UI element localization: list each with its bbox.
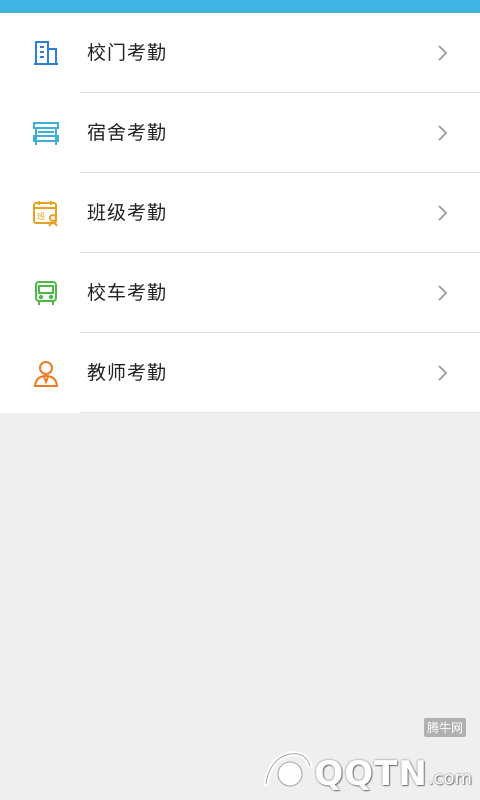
menu-item-label: 宿舍考勤 [87, 122, 168, 144]
bus-icon [32, 279, 60, 307]
chevron-right-icon [432, 43, 452, 63]
teacher-icon [32, 359, 60, 387]
attendance-menu-list: 校门考勤 宿舍考勤 班 班级考勤 校车考勤 教师考勤 [0, 13, 480, 413]
chevron-right-icon [432, 203, 452, 223]
menu-item-school-gate[interactable]: 校门考勤 [0, 13, 480, 93]
top-status-bar [0, 0, 480, 13]
chevron-right-icon [432, 363, 452, 383]
watermark-suffix: .com [427, 768, 472, 789]
menu-item-school-bus[interactable]: 校车考勤 [0, 253, 480, 333]
chevron-right-icon [432, 283, 452, 303]
menu-item-label: 校车考勤 [87, 282, 168, 304]
watermark: QQTN .com 腾牛网 [260, 718, 472, 794]
menu-item-class[interactable]: 班 班级考勤 [0, 173, 480, 253]
class-calendar-icon: 班 [32, 199, 60, 227]
building-icon [32, 39, 60, 67]
menu-item-label: 班级考勤 [87, 202, 168, 224]
chevron-right-icon [432, 123, 452, 143]
menu-item-teacher[interactable]: 教师考勤 [0, 333, 480, 413]
watermark-logo-icon [263, 751, 313, 787]
svg-text:班: 班 [37, 211, 45, 221]
watermark-brand: QQTN [314, 754, 428, 794]
divider [80, 412, 480, 413]
watermark-chinese: 腾牛网 [423, 718, 466, 737]
menu-item-label: 校门考勤 [87, 42, 168, 64]
menu-item-label: 教师考勤 [87, 362, 168, 384]
menu-item-dormitory[interactable]: 宿舍考勤 [0, 93, 480, 173]
bunk-bed-icon [32, 119, 60, 147]
